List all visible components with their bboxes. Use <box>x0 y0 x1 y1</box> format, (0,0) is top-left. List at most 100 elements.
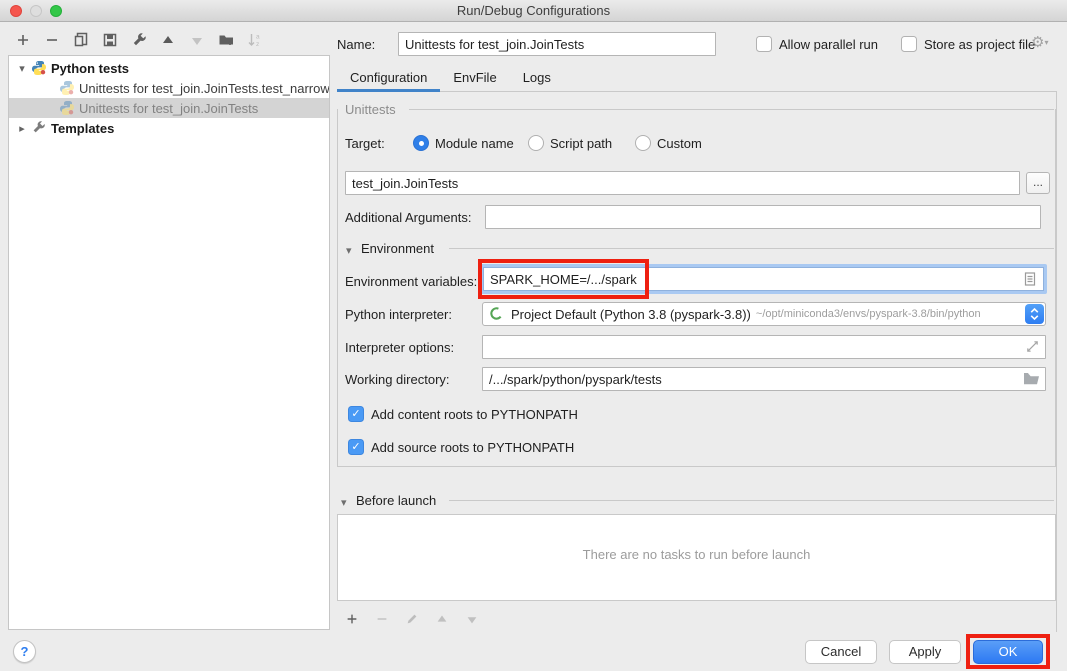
additional-arguments-label: Additional Arguments: <box>345 210 471 225</box>
env-vars-list-icon[interactable] <box>1022 271 1038 287</box>
tab-configuration[interactable]: Configuration <box>337 66 440 91</box>
tree-group-templates[interactable]: ▸ Templates <box>9 118 329 138</box>
add-content-roots-label: Add content roots to PYTHONPATH <box>371 407 578 422</box>
working-directory-input[interactable] <box>482 367 1046 391</box>
remove-icon <box>44 32 60 48</box>
help-button[interactable]: ? <box>13 640 36 663</box>
edit-templates-button[interactable] <box>130 31 148 49</box>
zoom-window-button[interactable] <box>50 5 62 17</box>
add-content-roots-checkbox[interactable]: ✓ <box>348 406 364 422</box>
allow-parallel-run-label: Allow parallel run <box>779 37 878 52</box>
before-launch-empty-text: There are no tasks to run before launch <box>583 547 811 562</box>
radio-module-name[interactable] <box>413 135 429 151</box>
before-launch-collapse-icon[interactable]: ▾ <box>341 496 347 509</box>
radio-script-path[interactable] <box>528 135 544 151</box>
before-launch-task-list: There are no tasks to run before launch <box>337 514 1056 601</box>
name-input[interactable] <box>398 32 716 56</box>
gear-with-dropdown-icon[interactable]: ⚙▾ <box>1031 35 1048 51</box>
move-up-button[interactable] <box>159 31 177 49</box>
interpreter-value: Project Default (Python 3.8 (pyspark-3.8… <box>511 307 751 322</box>
radio-script-path-label: Script path <box>550 136 612 151</box>
cancel-button[interactable]: Cancel <box>805 640 877 664</box>
before-launch-toolbar <box>343 610 481 628</box>
store-as-project-file-checkbox[interactable] <box>901 36 917 52</box>
module-name-input[interactable] <box>345 171 1020 195</box>
additional-arguments-input[interactable] <box>485 205 1041 229</box>
window-title: Run/Debug Configurations <box>0 0 1067 21</box>
move-task-up-button[interactable] <box>433 610 451 628</box>
add-task-button[interactable] <box>343 610 361 628</box>
move-down-icon <box>465 612 479 626</box>
python-interpreter-label: Python interpreter: <box>345 307 452 322</box>
tree-item-jointests-selected[interactable]: Unittests for test_join.JoinTests <box>9 98 329 118</box>
python-tests-icon <box>31 60 47 76</box>
tree-item-test-narrow[interactable]: Unittests for test_join.JoinTests.test_n… <box>9 78 329 98</box>
tab-envfile[interactable]: EnvFile <box>440 66 509 91</box>
copy-configuration-button[interactable] <box>72 31 90 49</box>
add-configuration-button[interactable] <box>14 31 32 49</box>
move-task-down-button[interactable] <box>463 610 481 628</box>
configuration-tab-content: Unittests Target: Module name Script pat… <box>337 92 1057 632</box>
edit-pencil-icon <box>405 612 419 626</box>
save-icon <box>102 32 118 48</box>
remove-icon <box>375 612 389 626</box>
chevron-right-icon[interactable]: ▸ <box>15 122 29 135</box>
environment-collapse-icon[interactable]: ▾ <box>346 244 352 257</box>
svg-text:a: a <box>256 34 260 41</box>
browse-module-button[interactable]: ... <box>1026 172 1050 194</box>
radio-custom[interactable] <box>635 135 651 151</box>
edit-task-button[interactable] <box>403 610 421 628</box>
move-up-icon <box>435 612 449 626</box>
environment-variables-input[interactable] <box>483 267 1044 291</box>
tab-logs[interactable]: Logs <box>510 66 564 91</box>
add-source-roots-checkbox[interactable]: ✓ <box>348 439 364 455</box>
python-tests-icon <box>59 80 75 96</box>
add-icon <box>345 612 359 626</box>
tree-group-python-tests[interactable]: ▾ Python tests <box>9 58 329 78</box>
chevron-down-icon[interactable]: ▾ <box>15 62 29 75</box>
unittests-group-title: Unittests <box>345 102 396 117</box>
chevron-down-icon: ▾ <box>1044 38 1048 47</box>
environment-separator <box>449 248 1054 249</box>
store-as-project-file-label: Store as project file <box>924 37 1035 52</box>
allow-parallel-run-checkbox[interactable] <box>756 36 772 52</box>
folder-icon[interactable] <box>1023 371 1039 387</box>
working-directory-label: Working directory: <box>345 372 450 387</box>
move-down-button[interactable] <box>188 31 206 49</box>
apply-button[interactable]: Apply <box>889 640 961 664</box>
copy-icon <box>73 32 89 48</box>
add-icon <box>15 32 31 48</box>
configurations-toolbar: az <box>14 31 264 49</box>
tab-strip: Configuration EnvFile Logs <box>337 66 1057 92</box>
tree-group-label: Templates <box>51 121 114 136</box>
conda-interpreter-icon <box>489 306 505 322</box>
radio-module-name-label: Module name <box>435 136 514 151</box>
interpreter-options-input[interactable] <box>482 335 1046 359</box>
combo-stepper-icon[interactable] <box>1025 304 1044 324</box>
create-folder-button[interactable] <box>217 31 235 49</box>
move-down-icon <box>189 32 205 48</box>
before-launch-title: Before launch <box>356 493 436 508</box>
ok-button[interactable]: OK <box>973 640 1043 664</box>
sort-configurations-button[interactable]: az <box>246 31 264 49</box>
remove-task-button[interactable] <box>373 610 391 628</box>
move-up-icon <box>160 32 176 48</box>
minimize-window-button <box>30 5 42 17</box>
before-launch-separator <box>449 500 1054 501</box>
window-controls <box>10 5 62 17</box>
new-folder-icon <box>218 32 235 48</box>
save-configuration-button[interactable] <box>101 31 119 49</box>
title-bar: Run/Debug Configurations <box>0 0 1067 22</box>
check-icon: ✓ <box>351 441 360 453</box>
tree-group-label: Python tests <box>51 61 129 76</box>
remove-configuration-button[interactable] <box>43 31 61 49</box>
name-label: Name: <box>337 37 375 52</box>
templates-wrench-icon <box>31 120 47 136</box>
python-interpreter-combobox[interactable]: Project Default (Python 3.8 (pyspark-3.8… <box>482 302 1046 326</box>
expand-field-icon[interactable] <box>1025 339 1041 355</box>
target-label: Target: <box>345 136 385 151</box>
group-title-separator <box>409 109 1054 110</box>
environment-variables-field <box>480 264 1047 294</box>
close-window-button[interactable] <box>10 5 22 17</box>
radio-custom-label: Custom <box>657 136 702 151</box>
